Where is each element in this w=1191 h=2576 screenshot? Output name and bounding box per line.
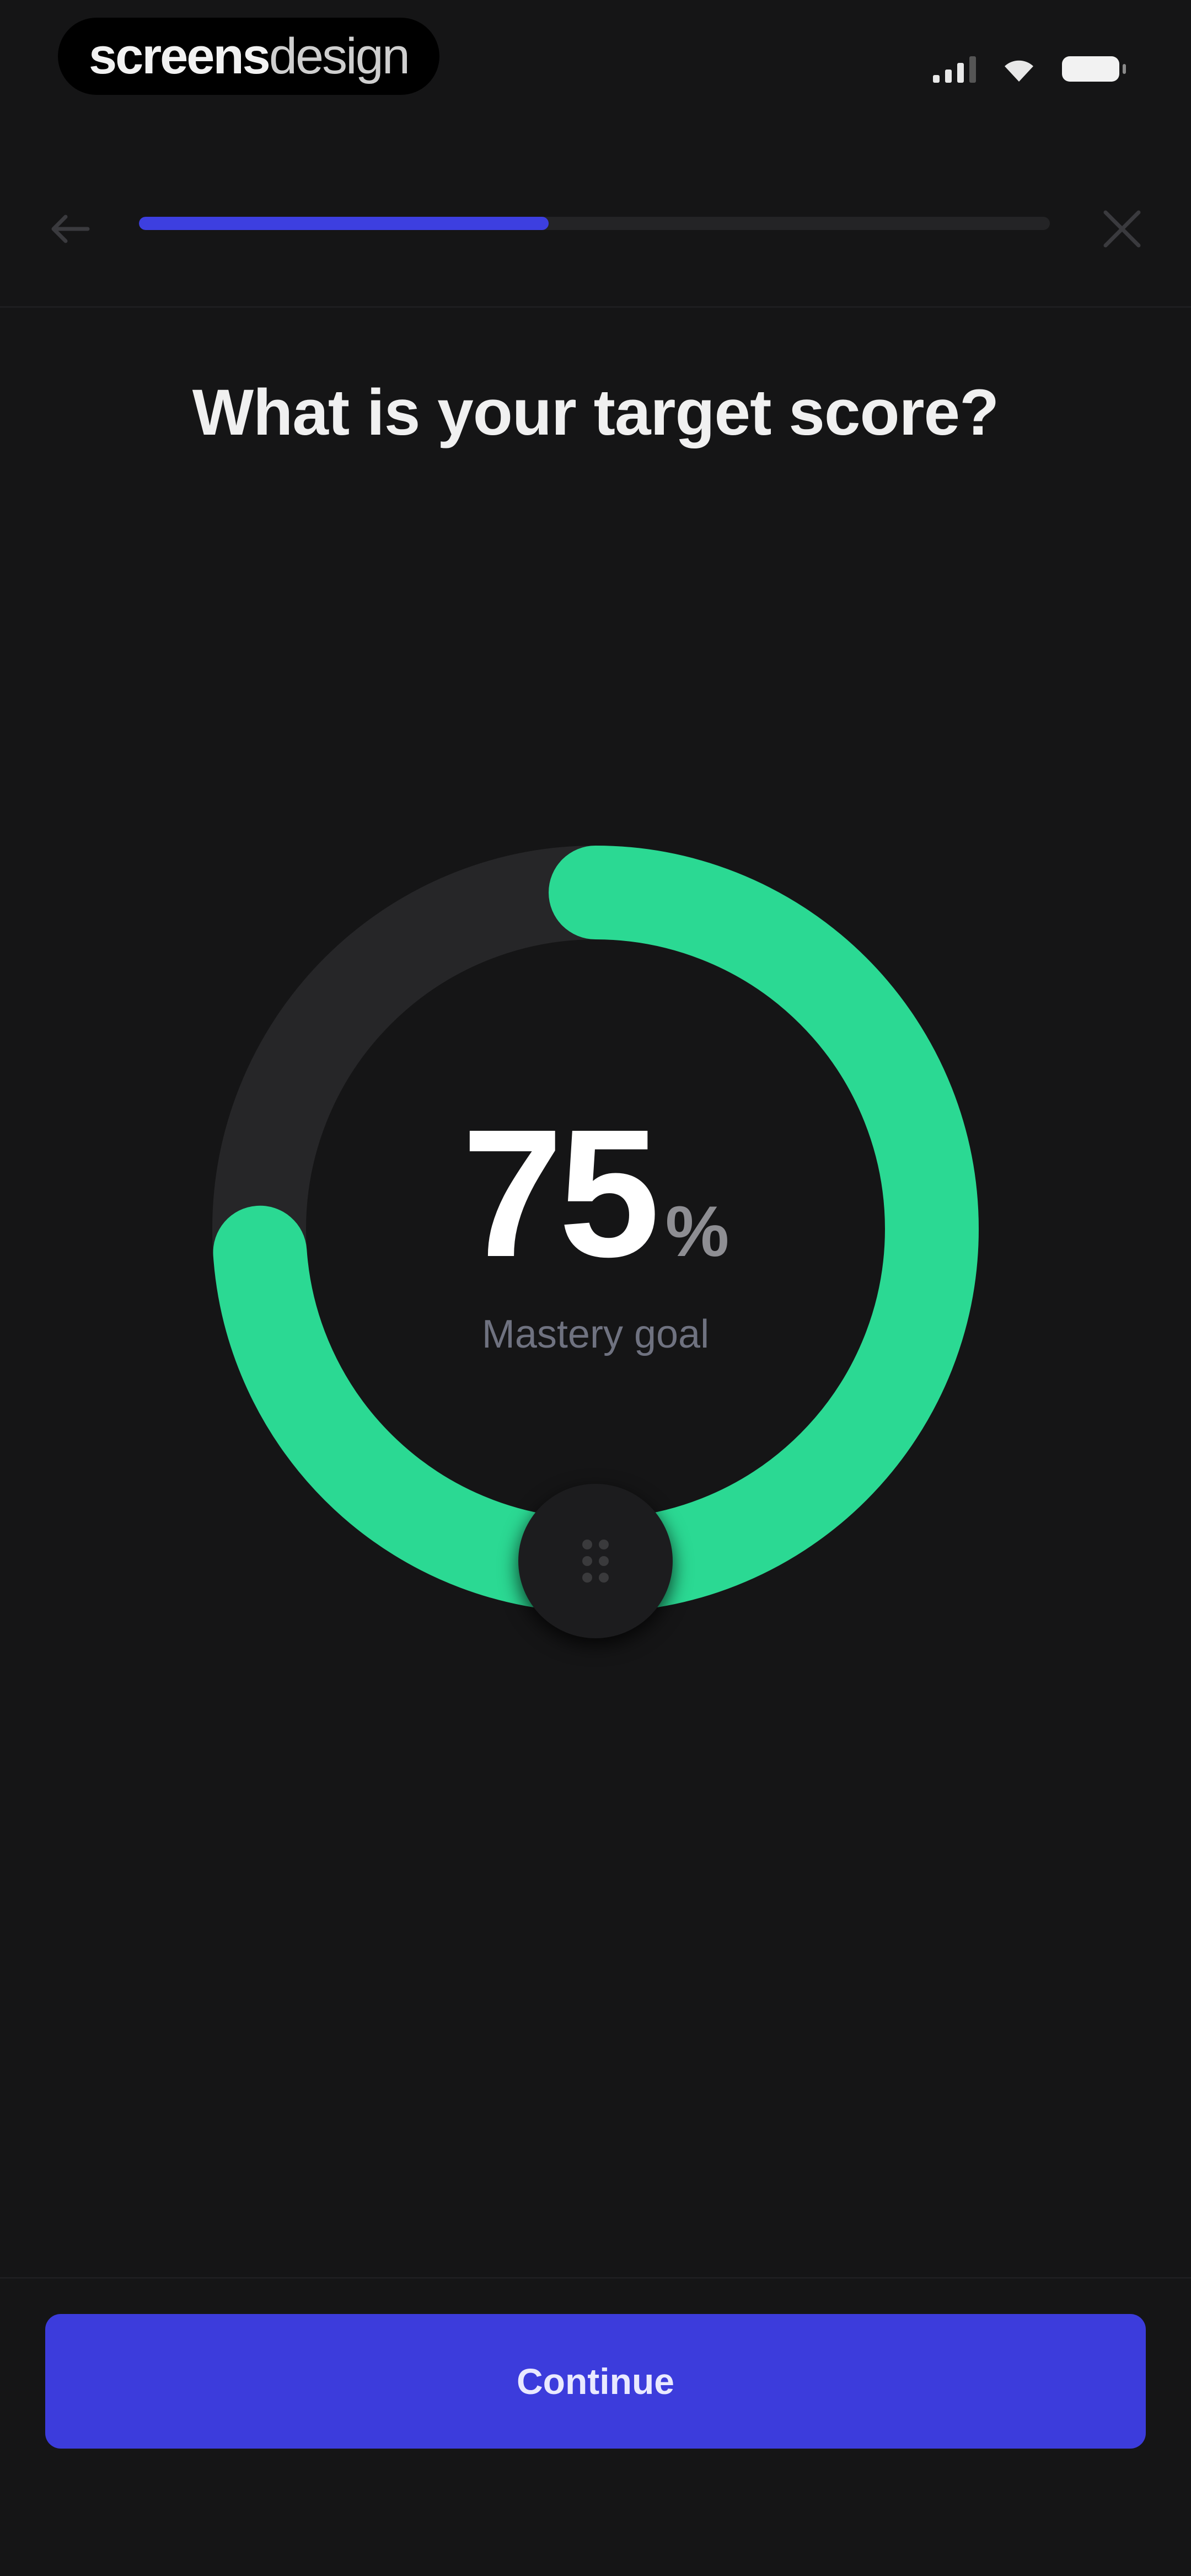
- top-navigation: [0, 182, 1191, 259]
- status-icons: [933, 50, 1126, 88]
- onboarding-screen: screens design What is your target score…: [0, 0, 1191, 2576]
- progress-bar-fill: [139, 217, 549, 230]
- back-button[interactable]: [39, 199, 99, 259]
- score-unit: %: [665, 1191, 729, 1271]
- score-dial[interactable]: 75 % Mastery goal: [210, 843, 981, 1638]
- drag-grip-icon: [582, 1540, 609, 1583]
- continue-button[interactable]: Continue: [45, 2314, 1146, 2449]
- progress-bar: [139, 217, 1050, 230]
- battery-icon: [1062, 56, 1126, 82]
- status-bar: screens design: [0, 0, 1191, 121]
- wifi-icon: [1005, 60, 1033, 82]
- footer-divider: [0, 2277, 1191, 2279]
- cellular-signal-icon: [933, 55, 976, 83]
- score-caption: Mastery goal: [481, 1312, 710, 1356]
- header-divider: [0, 306, 1191, 308]
- dial-handle[interactable]: [518, 1484, 673, 1638]
- question-title: What is your target score?: [192, 376, 999, 449]
- score-value: 75: [462, 1091, 660, 1295]
- close-icon: [1103, 210, 1141, 248]
- brand-text-light: design: [269, 28, 410, 84]
- close-button[interactable]: [1092, 199, 1152, 259]
- score-readout: 75 %: [210, 1102, 981, 1284]
- brand-watermark: screens design: [58, 18, 439, 95]
- brand-text-bold: screens: [89, 28, 271, 84]
- arrow-left-icon: [51, 215, 90, 243]
